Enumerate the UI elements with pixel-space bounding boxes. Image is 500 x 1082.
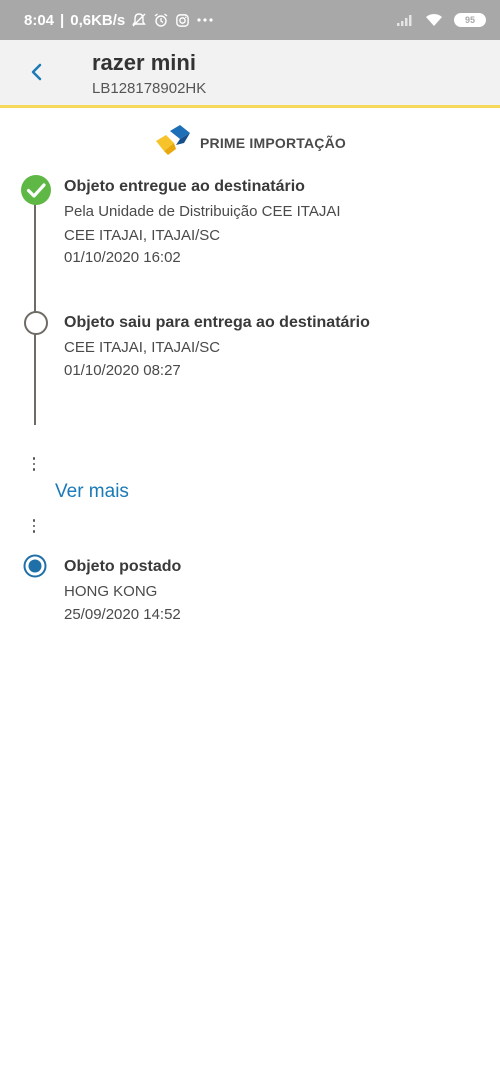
wifi-icon bbox=[424, 12, 444, 28]
event-title: Objeto entregue ao destinatário bbox=[64, 178, 305, 195]
network-speed: 0,6KB/s bbox=[70, 11, 126, 29]
event-datetime: 01/10/2020 16:02 bbox=[64, 249, 181, 266]
signal-icon bbox=[396, 13, 414, 27]
tracking-code: LB128178902HK bbox=[92, 80, 207, 97]
ver-mais-link[interactable]: Ver mais bbox=[55, 481, 129, 503]
timeline-node-icon bbox=[23, 310, 49, 341]
more-notifications-icon bbox=[196, 17, 214, 23]
status-time: 8:04 bbox=[24, 11, 55, 29]
event-location: CEE ITAJAI, ITAJAI/SC bbox=[64, 227, 221, 244]
event-location: HONG KONG bbox=[64, 583, 158, 600]
posted-radio-icon bbox=[23, 554, 47, 583]
brand-label: PRIME IMPORTAÇÃO bbox=[199, 134, 347, 151]
status-separator: | bbox=[60, 11, 65, 29]
app-bar: razer mini LB128178902HK bbox=[0, 40, 500, 108]
ellipsis-vertical-icon bbox=[32, 519, 36, 533]
event-datetime: 25/09/2020 14:52 bbox=[64, 606, 181, 623]
event-title: Objeto postado bbox=[64, 558, 182, 575]
event-title: Objeto saiu para entrega ao destinatário bbox=[64, 314, 370, 331]
event-detail: Pela Unidade de Distribuição CEE ITAJAI bbox=[64, 203, 341, 220]
event-location: CEE ITAJAI, ITAJAI/SC bbox=[64, 339, 221, 356]
mute-bell-icon bbox=[131, 12, 147, 28]
correios-logo-icon bbox=[154, 125, 192, 160]
delivered-check-icon bbox=[20, 174, 52, 211]
service-brand: PRIME IMPORTAÇÃO bbox=[0, 125, 500, 160]
page-title: razer mini bbox=[92, 50, 196, 75]
event-datetime: 01/10/2020 08:27 bbox=[64, 362, 181, 379]
status-bar: 8:04 | 0,6KB/s 95 bbox=[0, 0, 500, 40]
alarm-icon bbox=[153, 12, 169, 28]
ellipsis-vertical-icon bbox=[32, 457, 36, 471]
instagram-icon bbox=[175, 13, 190, 28]
battery-icon: 95 bbox=[454, 13, 486, 27]
back-arrow-icon[interactable] bbox=[24, 60, 48, 84]
